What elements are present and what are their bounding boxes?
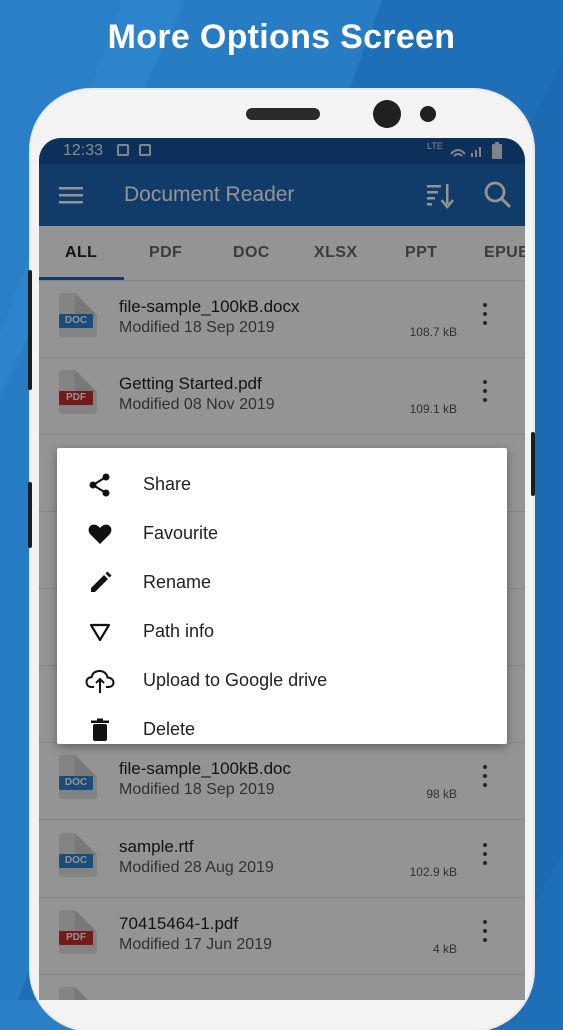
menu-item-label: Upload to Google drive xyxy=(143,670,328,690)
phone-side-button xyxy=(28,270,32,390)
phone-sensor xyxy=(420,106,436,122)
phone-side-button xyxy=(28,482,32,548)
menu-item-rename[interactable]: Rename xyxy=(57,558,507,607)
menu-item-label: Favourite xyxy=(143,523,219,543)
pencil-icon xyxy=(91,571,112,592)
menu-item-label: Delete xyxy=(143,719,196,739)
menu-item-share[interactable]: Share xyxy=(57,460,507,509)
promo-headline: More Options Screen xyxy=(107,18,456,56)
menu-item-delete[interactable]: Delete xyxy=(57,705,507,754)
phone-speaker xyxy=(246,108,320,120)
menu-item-path-info[interactable]: Path info xyxy=(57,607,507,656)
phone-camera xyxy=(373,100,401,128)
menu-item-favourite[interactable]: Favourite xyxy=(57,509,507,558)
phone-screen: 12:33 LTE Document Reader ALL PDF DOC XL… xyxy=(39,138,525,1000)
triangle-down-icon xyxy=(89,623,111,642)
share-icon xyxy=(89,473,110,497)
menu-item-label: Path info xyxy=(143,621,215,641)
menu-item-label: Share xyxy=(143,474,192,494)
phone-side-button xyxy=(531,432,535,496)
cloud-upload-icon xyxy=(85,669,115,693)
heart-icon xyxy=(88,524,112,544)
more-options-menu: Share Favourite Rename Path info Upload … xyxy=(57,448,507,744)
menu-item-upload-google-drive[interactable]: Upload to Google drive xyxy=(57,656,507,705)
trash-icon xyxy=(91,718,109,741)
menu-item-label: Rename xyxy=(143,572,212,592)
